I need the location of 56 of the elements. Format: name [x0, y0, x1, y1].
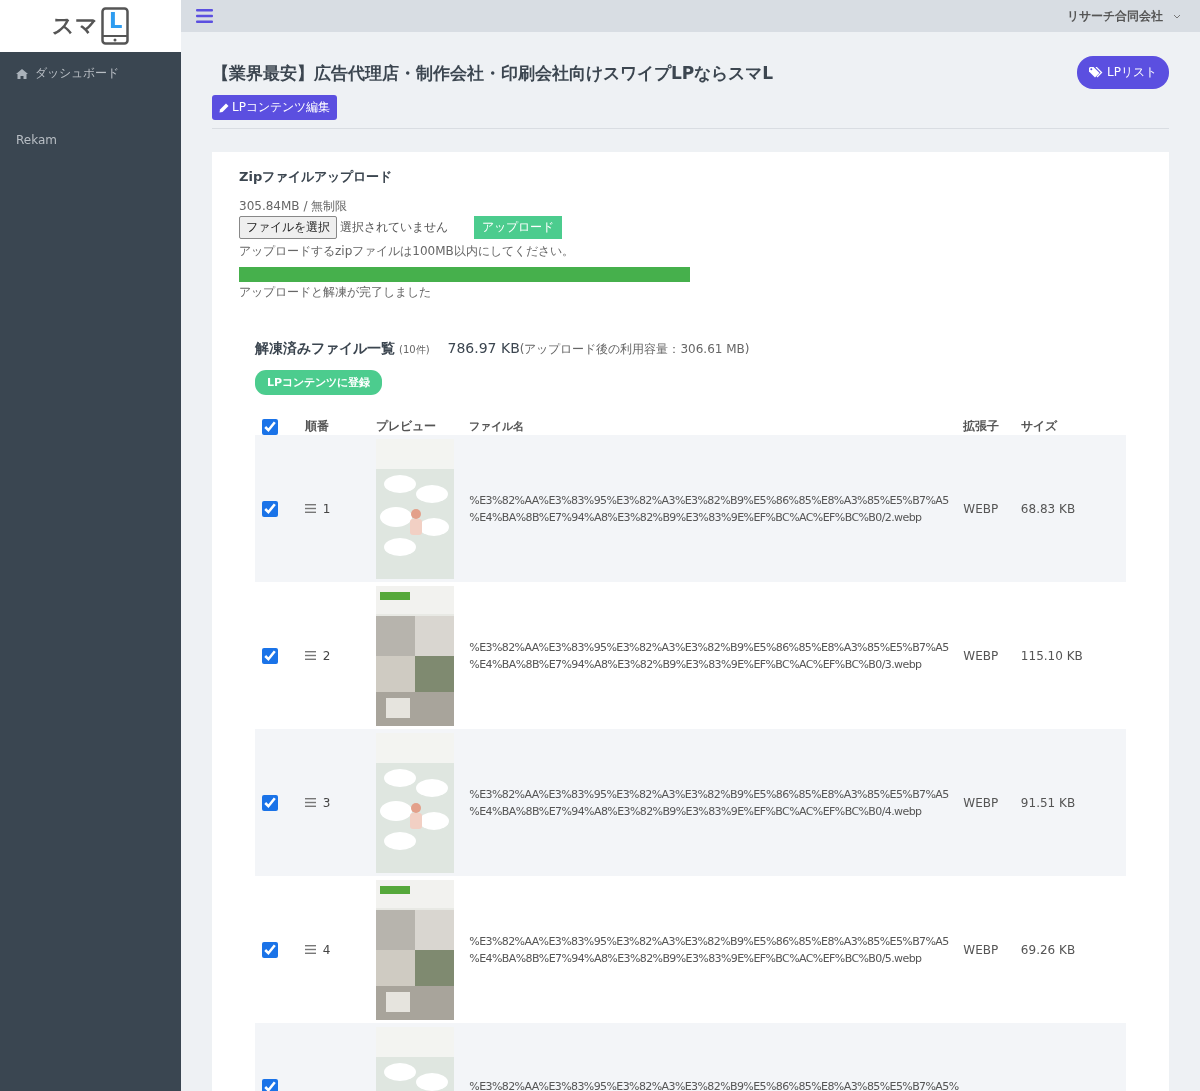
order-number: 2: [322, 648, 331, 663]
section-title: Zipファイルアップロード: [239, 168, 394, 186]
drag-handle-icon[interactable]: [304, 504, 316, 513]
file-size: 69.26 KB: [1020, 942, 1076, 957]
pencil-icon: [219, 102, 229, 113]
file-count: (10件): [399, 343, 430, 357]
file-extension: WEBP: [963, 501, 999, 516]
column-header: サイズ: [1020, 418, 1059, 435]
chevron-down-icon: [1173, 13, 1181, 19]
home-icon: [16, 68, 28, 79]
drag-handle-icon[interactable]: [304, 651, 316, 660]
status-text: アップロードと解凍が完了しました: [239, 284, 432, 300]
row-checkbox[interactable]: [262, 941, 278, 958]
lp-list-button[interactable]: LPリスト: [1077, 56, 1169, 89]
logo-letter: L: [109, 8, 123, 34]
row-checkbox[interactable]: [262, 647, 278, 664]
file-name: %E3%82%AA%E3%83%95%E3%82%A3%E3%82%B9%E5%86%85%E8%A3%85%E5%B7%A5%E4%BA%8B%E7%94%A8%E3%82%B9%E3%83%9E%EF%BC%AC%EF%BC%B0/4.webp: [469, 786, 950, 820]
sidebar-item[interactable]: ダッシュボード: [0, 52, 181, 95]
edit-button[interactable]: LPコンテンツ編集: [212, 95, 337, 120]
file-size: 115.10 KB: [1020, 648, 1083, 663]
file-name: %E3%82%AA%E3%83%95%E3%82%A3%E3%82%B9%E5%86%85%E8%A3%85%E5%B7%A5%E4%BA%8B%E7%94%A8%E3%82%B9%E3%83%9E%EF%BC%AC%EF%BC%B0/2.webp: [469, 492, 950, 526]
file-name: %E3%82%AA%E3%83%95%E3%82%A3%E3%82%B9%E5%86%85%E8%A3%85%E5%B7%A5%E4%BA%8B%E7%94%A8%E3%82%B9%E3%83%9E%EF%BC%AC%EF%BC%B0/3.webp: [469, 639, 950, 673]
file-name: %E3%82%AA%E3%83%95%E3%82%A3%E3%82%B9%E5%86%85%E8%A3%85%E5%B7%A5%E4%BA%8B%E7%94%A8%E3%82%B9%E3%83%9E%EF%BC%AC%EF%BC%B0/5.webp: [469, 933, 950, 967]
drag-handle-icon[interactable]: [304, 798, 316, 807]
account-menu[interactable]: リサーチ合同会社: [1067, 7, 1181, 25]
file-extension: WEBP: [963, 795, 999, 810]
phone-icon: [101, 7, 129, 45]
file-status: 選択されていません: [340, 219, 448, 236]
file-name: %E3%82%AA%E3%83%95%E3%82%A3%E3%82%B9%E5%86%85%E8%A3%85%E5%B7%A5%: [469, 1079, 960, 1091]
column-header: 拡張子: [963, 418, 1001, 435]
usage-text: 305.84MB / 無制限: [239, 198, 349, 214]
tag-icon: [1089, 67, 1104, 78]
sidebar-item[interactable]: Rekam: [0, 120, 181, 160]
order-number: 3: [322, 795, 331, 810]
menu-icon[interactable]: [196, 9, 213, 23]
order-number: 4: [322, 942, 331, 957]
usage-note: (アップロード後の利用容量：306.61 MB): [519, 341, 750, 358]
choose-file-button[interactable]: ファイルを選択: [239, 216, 337, 239]
row-checkbox[interactable]: [262, 1079, 278, 1091]
column-header: ファイル名: [469, 419, 526, 435]
column-header: プレビュー: [376, 418, 438, 435]
list-title: 解凍済みファイル一覧: [255, 340, 395, 358]
order-number: 1: [322, 501, 331, 516]
upload-note: アップロードするzipファイルは100MB以内にしてください。: [239, 243, 575, 259]
file-size: 91.51 KB: [1020, 795, 1076, 810]
column-header: 順番: [304, 418, 330, 435]
row-checkbox[interactable]: [262, 500, 278, 517]
file-extension: WEBP: [963, 648, 999, 663]
select-all-checkbox[interactable]: [262, 419, 278, 435]
file-extension: WEBP: [963, 942, 999, 957]
total-size: 786.97 KB: [447, 340, 520, 356]
logo-text: スマ: [52, 12, 98, 40]
page-title: 【業界最安】広告代理店・制作会社・印刷会社向けスワイプLPならスマL: [212, 62, 774, 85]
file-size: 68.83 KB: [1020, 501, 1076, 516]
row-checkbox[interactable]: [262, 794, 278, 811]
drag-handle-icon[interactable]: [304, 945, 316, 954]
